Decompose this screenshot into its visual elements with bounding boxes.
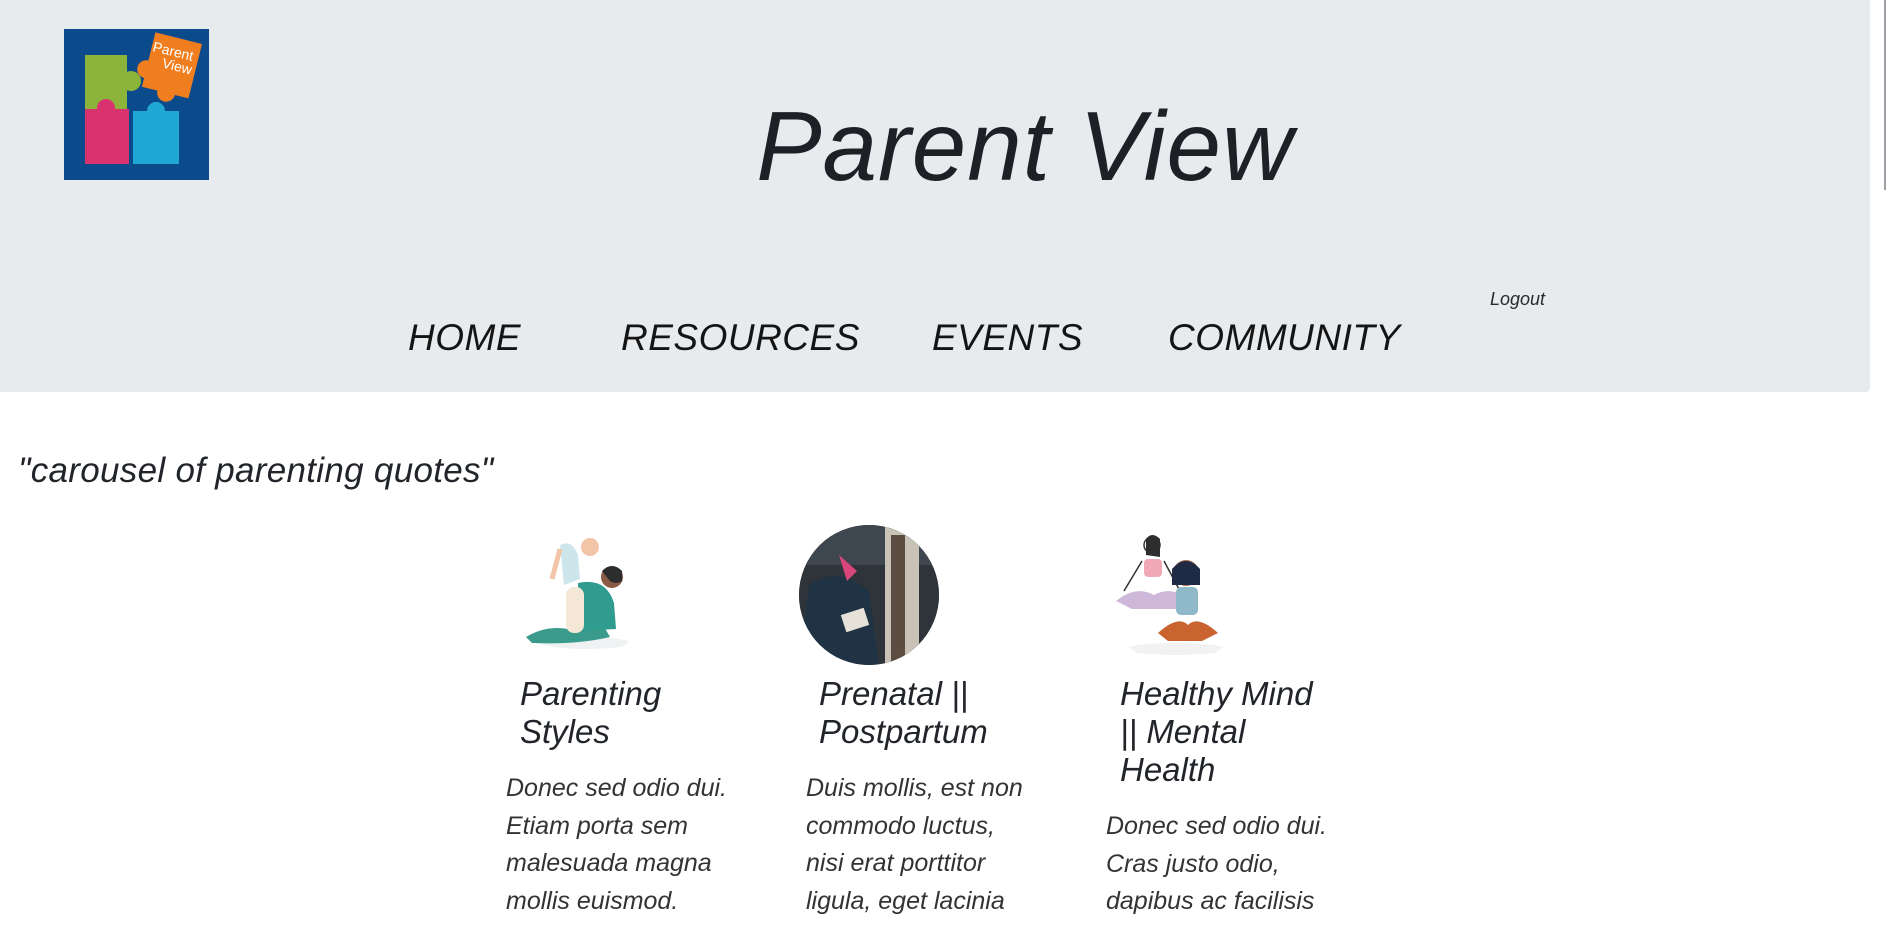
nav-community[interactable]: COMMUNITY xyxy=(1168,316,1401,360)
nav-home[interactable]: HOME xyxy=(408,316,521,360)
site-header: Parent View Parent View HOME RESOURCES E… xyxy=(0,0,1870,392)
parent-reading-photo xyxy=(799,525,939,665)
nav-events[interactable]: EVENTS xyxy=(932,316,1083,360)
scrollbar-edge xyxy=(1884,0,1886,190)
card-desc-line: dapibus ac facilisis xyxy=(1106,887,1315,915)
card-desc-line: nisi erat porttitor xyxy=(806,849,986,877)
card-desc-line: malesuada magna xyxy=(506,849,712,877)
card-desc-line: commodo luctus, xyxy=(806,811,995,840)
card-title-line2: Postpartum xyxy=(819,713,988,750)
card-description: Donec sed odio dui. Etiam porta sem male… xyxy=(506,770,776,920)
card-title[interactable]: Parenting Styles xyxy=(520,675,760,751)
card-title-line2: || Mental xyxy=(1120,713,1246,750)
card-desc-line: Cras justo odio, xyxy=(1106,849,1280,878)
card-title[interactable]: Healthy Mind || Mental Health xyxy=(1120,675,1360,789)
card-desc-line: Etiam porta sem xyxy=(506,811,689,840)
parent-lifting-baby-illustration xyxy=(506,525,646,665)
card-title-line1: Prenatal || xyxy=(819,675,969,712)
meditation-illustration xyxy=(1106,525,1246,665)
card-desc-line: ligula, eget lacinia xyxy=(806,886,1005,915)
nav-resources[interactable]: RESOURCES xyxy=(621,316,860,360)
card-title-line1: Healthy Mind xyxy=(1120,675,1313,712)
quote-carousel: "carousel of parenting quotes" xyxy=(18,451,494,490)
card-desc-line: Duis mollis, est non xyxy=(806,774,1023,802)
card-title-line2: Styles xyxy=(520,713,610,750)
card-description: Duis mollis, est non commodo luctus, nis… xyxy=(806,770,1076,920)
parent-view-logo[interactable]: Parent View xyxy=(64,29,209,180)
card-title-line1: Parenting xyxy=(520,675,662,712)
puzzle-logo-icon: Parent View xyxy=(85,32,202,164)
card-desc-line: Donec sed odio dui. xyxy=(506,774,727,802)
card-title-line3: Health xyxy=(1120,751,1216,788)
main-nav: HOME RESOURCES EVENTS COMMUNITY xyxy=(0,316,1600,366)
card-desc-line: Donec sed odio dui. xyxy=(1106,812,1327,840)
card-desc-line: mollis euismod. xyxy=(506,886,679,915)
card-description: Donec sed odio dui. Cras justo odio, dap… xyxy=(1106,808,1376,921)
site-title: Parent View xyxy=(756,91,1294,201)
card-title[interactable]: Prenatal || Postpartum xyxy=(819,675,1059,751)
logout-link[interactable]: Logout xyxy=(1490,289,1545,310)
